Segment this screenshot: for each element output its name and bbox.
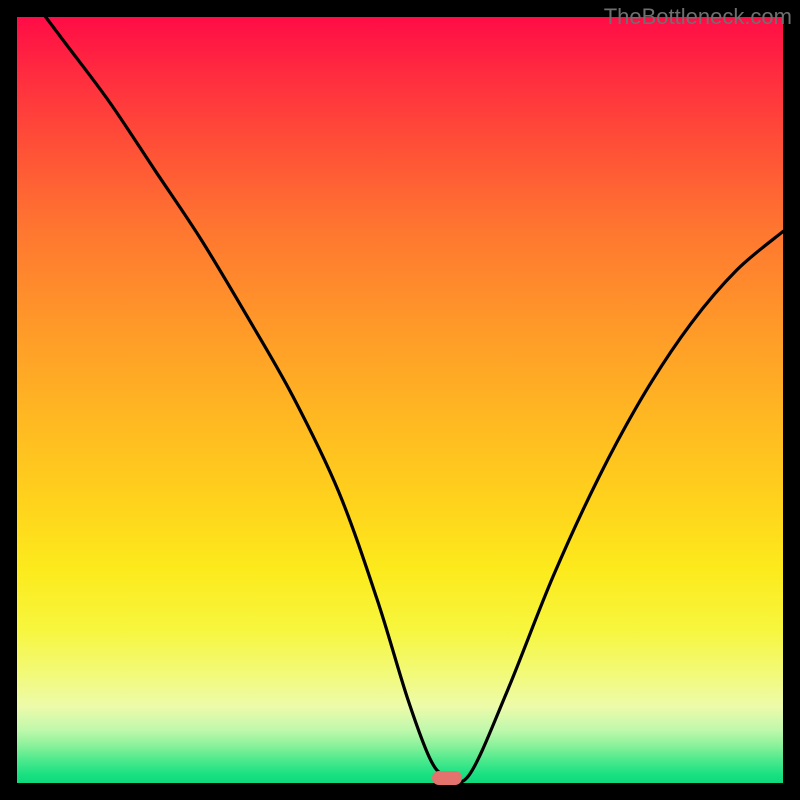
gradient-background: [17, 17, 783, 783]
plot-area: [17, 17, 783, 783]
chart-container: TheBottleneck.com: [0, 0, 800, 800]
optimal-marker: [432, 771, 462, 785]
